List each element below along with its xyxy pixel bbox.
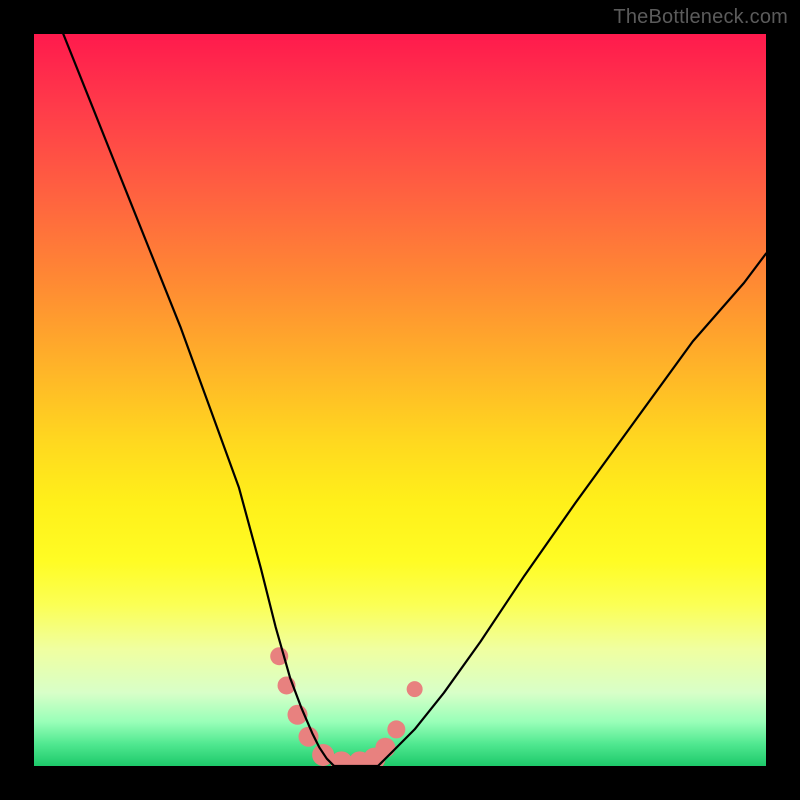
- highlight-dot: [387, 720, 405, 738]
- highlight-dot: [299, 727, 319, 747]
- curves-svg: [34, 34, 766, 766]
- highlight-dot: [375, 738, 395, 758]
- highlight-dot: [407, 681, 423, 697]
- chart-frame: TheBottleneck.com: [0, 0, 800, 800]
- series-left-curve: [63, 34, 334, 766]
- marker-layer: [270, 647, 422, 766]
- plot-area: [34, 34, 766, 766]
- series-right-curve: [378, 254, 766, 766]
- line-layer: [63, 34, 766, 766]
- watermark-text: TheBottleneck.com: [613, 6, 788, 29]
